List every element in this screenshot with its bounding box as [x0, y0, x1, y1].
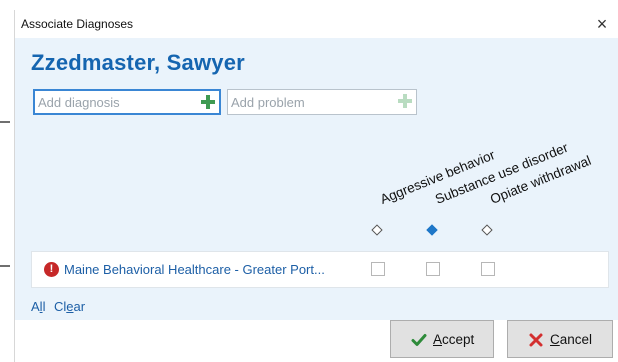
x-icon [529, 333, 543, 347]
all-link-text-rest: l [42, 299, 46, 314]
cancel-accesskey: C [550, 332, 560, 347]
patient-name: Zzedmaster, Sawyer [31, 50, 245, 75]
add-problem-plus-icon[interactable] [398, 94, 412, 108]
add-diagnosis-input[interactable] [38, 91, 198, 113]
window-title: Associate Diagnoses [21, 17, 134, 31]
encounter-label[interactable]: Maine Behavioral Healthcare - Greater Po… [64, 262, 325, 277]
all-link-text: A [31, 299, 40, 314]
add-problem-input[interactable] [231, 90, 391, 114]
alert-icon: ! [44, 262, 59, 277]
row-checkbox-aggressive-behavior[interactable] [371, 262, 385, 276]
add-diagnosis-plus-icon[interactable] [201, 95, 215, 109]
row-checkbox-substance-use-disorder[interactable] [426, 262, 440, 276]
cancel-label: Cancel [550, 332, 592, 347]
accept-label: Accept [433, 332, 474, 347]
add-diagnosis-field[interactable] [33, 89, 221, 115]
cancel-label-rest: ancel [559, 332, 593, 347]
title-bar: Associate Diagnoses × [15, 10, 618, 38]
dialog-content: Zzedmaster, Sawyer Aggressive behavior S… [15, 38, 618, 320]
close-button[interactable]: × [591, 13, 613, 35]
dialog-footer: Accept Cancel [15, 320, 618, 362]
checkmark-icon [411, 334, 427, 346]
cancel-button[interactable]: Cancel [507, 320, 613, 358]
column-selector-diamond-selected[interactable] [426, 224, 438, 236]
column-selector-diamond[interactable] [481, 224, 493, 236]
accept-accesskey: A [433, 332, 443, 347]
clear-link-text-rest: ar [73, 299, 86, 314]
add-problem-field[interactable] [227, 89, 417, 115]
associate-diagnoses-dialog: Associate Diagnoses × Zzedmaster, Sawyer… [14, 10, 618, 362]
encounter-row: ! Maine Behavioral Healthcare - Greater … [31, 251, 609, 288]
edge-mark [0, 121, 10, 123]
clear-link[interactable]: Clear [54, 299, 85, 314]
accept-label-rest: ccept [442, 332, 475, 347]
column-selector-diamond[interactable] [371, 224, 383, 236]
clear-link-text: Cl [54, 299, 67, 314]
edge-mark [0, 265, 10, 267]
row-checkbox-opiate-withdrawal[interactable] [481, 262, 495, 276]
clear-link-accesskey: e [66, 299, 74, 314]
accept-button[interactable]: Accept [390, 320, 494, 358]
select-all-link[interactable]: All [31, 299, 45, 314]
